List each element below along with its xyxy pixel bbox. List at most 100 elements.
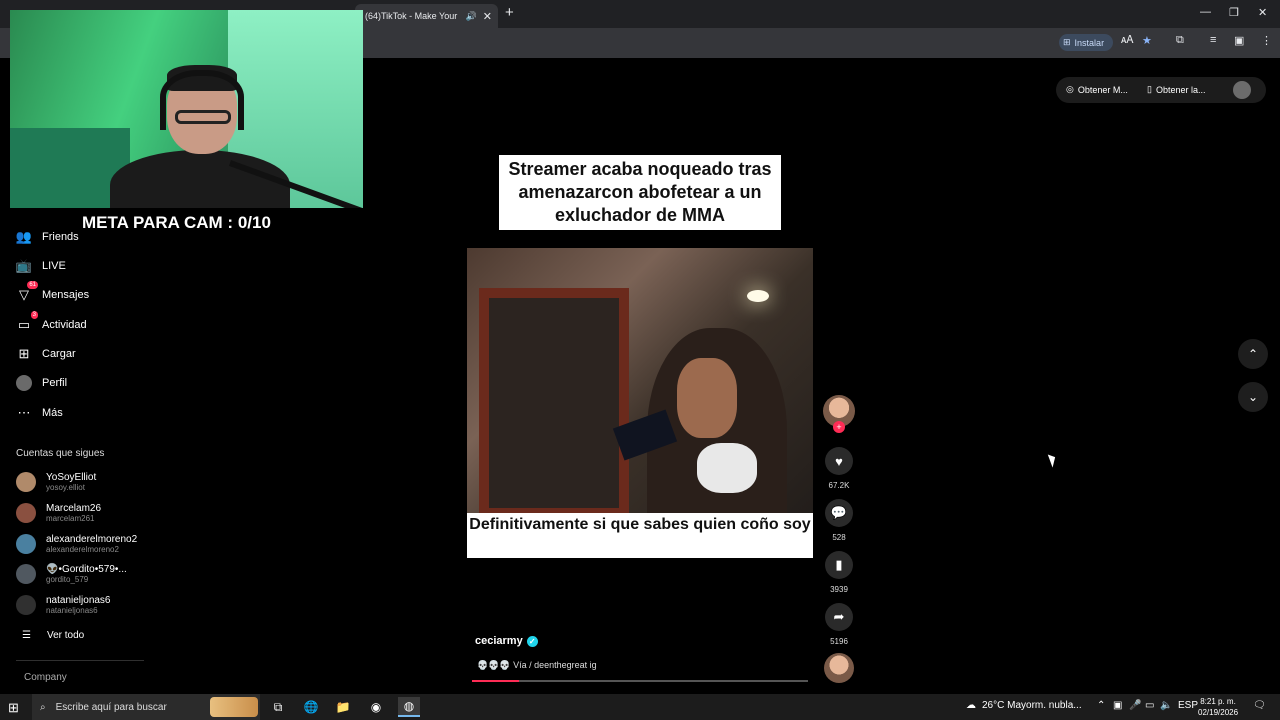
webcam-overlay — [10, 10, 363, 208]
comment-button[interactable]: 💬 — [825, 499, 853, 527]
new-tab-icon[interactable]: + — [505, 4, 514, 21]
notifications-icon[interactable]: 🗨 — [1253, 700, 1266, 711]
phone-icon: ▯ — [1147, 84, 1152, 94]
comment-icon: 💬 — [830, 505, 848, 520]
sidebar-item-label: Más — [42, 407, 63, 419]
following-account[interactable]: YoSoyElliot yosoy.elliot — [16, 472, 96, 492]
minimize-icon[interactable]: — — [1200, 6, 1211, 18]
following-account[interactable]: alexanderelmoreno2 alexanderelmoreno2 — [16, 534, 137, 554]
following-account[interactable]: Marcelam26 marcelam261 — [16, 503, 101, 523]
video-progress[interactable] — [472, 680, 808, 682]
windows-start-icon[interactable]: ⊞ — [8, 700, 19, 716]
account-handle: natanieljonas6 — [46, 606, 98, 615]
media-icon[interactable]: ≡ — [1210, 34, 1216, 46]
install-icon: ⊞ — [1063, 37, 1071, 47]
get-coins-button[interactable]: ◎ Obtener M... — [1066, 84, 1128, 95]
messages-badge: 61 — [27, 281, 38, 289]
sidebar-item-label: Actividad — [42, 319, 87, 331]
obs-icon[interactable]: ◉ — [365, 697, 387, 717]
cam-goal-text: META PARA CAM : 0/10 — [82, 213, 271, 232]
edge-icon[interactable]: 🌐 — [300, 697, 322, 717]
profile-icon[interactable]: ▣ — [1234, 34, 1244, 47]
next-video-button[interactable]: ⌄ — [1238, 382, 1268, 412]
comment-count: 528 — [832, 533, 846, 542]
translate-icon[interactable]: 🗚 — [1121, 34, 1133, 47]
sidebar-item-more[interactable]: ⋯ Más — [16, 405, 63, 421]
speaker-icon[interactable]: 🔊 — [466, 11, 477, 22]
sidebar-item-activity[interactable]: ▭ 3 Actividad — [16, 311, 87, 333]
like-button[interactable]: ♥ — [825, 447, 853, 475]
messages-icon: ▽ 61 — [19, 281, 38, 302]
chrome-icon[interactable]: ◍ — [398, 697, 420, 717]
mouse-cursor — [1047, 452, 1059, 468]
account-name: Marcelam26 — [46, 503, 102, 514]
previous-video-button[interactable]: ⌃ — [1238, 339, 1268, 369]
sidebar-item-label: Perfil — [42, 377, 68, 389]
video-author[interactable]: ceciarmy ✓ — [475, 635, 538, 647]
window-close-icon[interactable]: ✕ — [1258, 6, 1267, 19]
activity-icon: ▭ 3 — [17, 311, 38, 332]
tray-chevron-icon[interactable]: ⌃ — [1097, 700, 1105, 711]
extensions-icon[interactable]: ⧉ — [1176, 34, 1184, 47]
chevron-up-icon: ⌃ — [1247, 347, 1259, 361]
video-player[interactable]: Definitivamente si que sabes quien coño … — [467, 248, 813, 558]
see-all-link[interactable]: ☰ Ver todo — [22, 630, 84, 641]
profile-avatar-icon — [16, 375, 32, 391]
browser-tab[interactable]: (64)TikTok - Make Your Day 🔊 ✕ — [355, 4, 498, 28]
friends-icon: 👥 — [15, 229, 33, 244]
account-handle: gordito_579 — [46, 575, 89, 584]
music-disc-avatar[interactable] — [824, 653, 854, 683]
share-button[interactable]: ➦ — [825, 603, 853, 631]
share-icon: ➦ — [833, 609, 845, 624]
sidebar-item-live[interactable]: 📺 LIVE — [16, 258, 66, 274]
activity-badge: 3 — [30, 311, 38, 319]
progress-fill — [472, 680, 520, 682]
get-coins-label: Obtener M... — [1077, 84, 1128, 95]
weather-widget[interactable]: ☁ 26°C Mayorm. nubla... — [966, 700, 1082, 711]
language-indicator[interactable]: ESP — [1178, 700, 1198, 711]
clock-time: 8:21 p. m. — [1200, 697, 1236, 706]
sidebar-item-upload[interactable]: ⊞ Cargar — [16, 346, 76, 362]
sidebar-item-label: LIVE — [42, 260, 66, 272]
menu-icon[interactable]: ⋮ — [1261, 34, 1272, 47]
video-caption-top: Streamer acaba noqueado tras amenazarcon… — [499, 155, 781, 230]
coin-icon: ◎ — [1066, 84, 1074, 94]
sidebar-item-profile[interactable]: Perfil — [16, 375, 67, 391]
sidebar-item-label: Friends — [42, 231, 79, 243]
taskbar-clock[interactable]: 8:21 p. m. 02/19/2026 — [1198, 696, 1238, 718]
search-icon: ⌕ — [40, 701, 46, 713]
sidebar-item-label: Cargar — [42, 348, 76, 360]
cloud-icon: ☁ — [966, 700, 976, 711]
following-account[interactable]: natanieljonas6 natanieljonas6 — [16, 595, 111, 615]
install-button[interactable]: ⊞ Instalar — [1059, 34, 1113, 51]
get-app-label: Obtener la... — [1155, 84, 1206, 95]
save-button[interactable]: ▮ — [825, 551, 853, 579]
get-app-button[interactable]: ▯ Obtener la... — [1147, 84, 1205, 95]
following-account[interactable]: 👽•Gordito•579•... gordito_579 — [16, 564, 127, 584]
tray-app-icon[interactable]: ▣ — [1113, 700, 1122, 711]
avatar — [16, 534, 36, 554]
file-explorer-icon[interactable]: 📁 — [332, 697, 354, 717]
tab-title: (64)TikTok - Make Your Day — [365, 11, 460, 21]
sidebar-item-messages[interactable]: ▽ 61 Mensajes — [16, 281, 89, 303]
restore-icon[interactable]: ❐ — [1229, 6, 1239, 19]
live-icon: 📺 — [15, 258, 33, 273]
following-section-title: Cuentas que sigues — [16, 448, 105, 459]
video-caption-bottom: Definitivamente si que sabes quien coño … — [467, 513, 813, 558]
user-avatar[interactable] — [1233, 81, 1251, 99]
avatar — [16, 472, 36, 492]
volume-icon[interactable]: 🔈 — [1160, 700, 1172, 711]
follow-plus-icon[interactable]: + — [833, 421, 845, 433]
verified-icon: ✓ — [526, 635, 538, 647]
share-count: 5196 — [830, 637, 848, 646]
account-name: alexanderelmoreno2 — [46, 534, 138, 545]
avatar — [16, 564, 36, 584]
network-icon[interactable]: ▭ — [1145, 700, 1154, 711]
close-tab-icon[interactable]: ✕ — [483, 10, 492, 23]
bookmark-star-icon[interactable]: ★ — [1142, 34, 1152, 47]
sidebar-item-friends[interactable]: 👥 Friends — [16, 229, 79, 245]
task-view-icon[interactable]: ⧉ — [267, 697, 289, 717]
company-link[interactable]: Company — [24, 672, 67, 683]
weather-text: 26°C Mayorm. nubla... — [982, 700, 1082, 711]
mic-icon[interactable]: 🎤 — [1129, 700, 1141, 711]
